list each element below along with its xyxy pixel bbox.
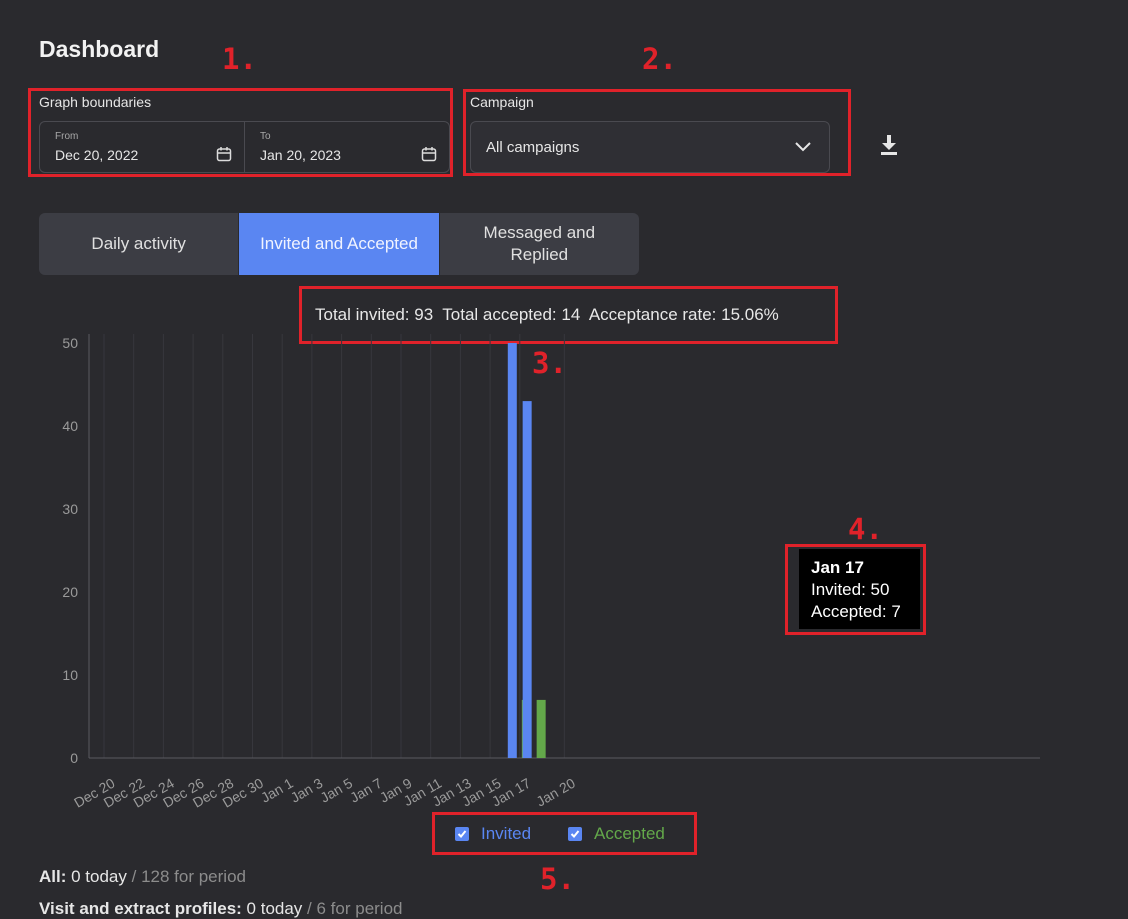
from-date-field[interactable]: From Dec 20, 2022 [40, 122, 245, 172]
tooltip-invited: Invited: 50 [811, 580, 890, 599]
to-date-value: Jan 20, 2023 [260, 147, 341, 163]
campaign-label: Campaign [470, 94, 534, 110]
legend-accepted[interactable]: Accepted [568, 824, 665, 844]
page-title: Dashboard [39, 36, 160, 62]
checkbox-checked-icon[interactable] [455, 827, 469, 841]
summary-visit-extract: Visit and extract profiles: 0 today / 6 … [39, 899, 403, 919]
chevron-down-icon [795, 142, 811, 152]
bar-invited [507, 343, 517, 758]
summary-visit-period: / 6 for period [307, 899, 403, 918]
calendar-icon[interactable] [216, 146, 232, 162]
date-range-picker: From Dec 20, 2022 To Jan 20, 2023 [39, 121, 450, 173]
invited-accepted-chart: 01020304050Dec 20Dec 22Dec 24Dec 26Dec 2… [62, 334, 1040, 811]
campaign-selected-value: All campaigns [486, 139, 580, 156]
to-label: To [260, 131, 271, 142]
tooltip-accepted: Accepted: 7 [811, 602, 901, 621]
tab-daily-activity[interactable]: Daily activity [39, 213, 240, 275]
summary-all-label: All: [39, 867, 67, 886]
summary-all-today: 0 today [71, 867, 127, 886]
download-icon[interactable] [879, 134, 899, 156]
summary-visit-today: 0 today [246, 899, 303, 918]
y-tick-label: 30 [62, 501, 78, 517]
summary-all: All: 0 today / 128 for period [39, 867, 246, 887]
annotation-5: 5. [540, 862, 575, 896]
chart-tabs: Daily activity Invited and Accepted Mess… [39, 213, 639, 275]
from-label: From [55, 131, 79, 142]
annotation-2: 2. [642, 42, 677, 76]
summary-all-period: / 128 for period [131, 867, 246, 886]
legend-invited-label: Invited [481, 824, 532, 843]
tooltip-date: Jan 17 [811, 558, 864, 577]
y-tick-label: 40 [62, 418, 78, 434]
bar-accepted [536, 699, 546, 758]
x-tick-label: Jan 20 [533, 775, 578, 810]
graph-boundaries-label: Graph boundaries [39, 94, 152, 110]
legend-invited[interactable]: Invited [455, 824, 531, 844]
y-tick-label: 10 [62, 667, 78, 683]
annotation-1: 1. [222, 42, 257, 76]
campaign-select[interactable]: All campaigns [470, 121, 830, 173]
bar-invited [522, 401, 532, 758]
summary-visit-label: Visit and extract profiles: [39, 899, 242, 918]
y-tick-label: 20 [62, 584, 78, 600]
y-tick-label: 0 [70, 750, 78, 766]
tab-label: Messaged and Replied [483, 223, 596, 264]
tab-messaged-and-replied[interactable]: Messaged and Replied [440, 213, 639, 275]
calendar-icon[interactable] [421, 146, 437, 162]
y-tick-label: 50 [62, 335, 78, 351]
tab-invited-and-accepted[interactable]: Invited and Accepted [239, 213, 440, 275]
chart-tooltip: Jan 17 Invited: 50 Accepted: 7 [799, 549, 920, 629]
from-date-value: Dec 20, 2022 [55, 147, 139, 163]
to-date-field[interactable]: To Jan 20, 2023 [245, 122, 451, 172]
legend-accepted-label: Accepted [594, 824, 665, 843]
checkbox-checked-icon[interactable] [568, 827, 582, 841]
